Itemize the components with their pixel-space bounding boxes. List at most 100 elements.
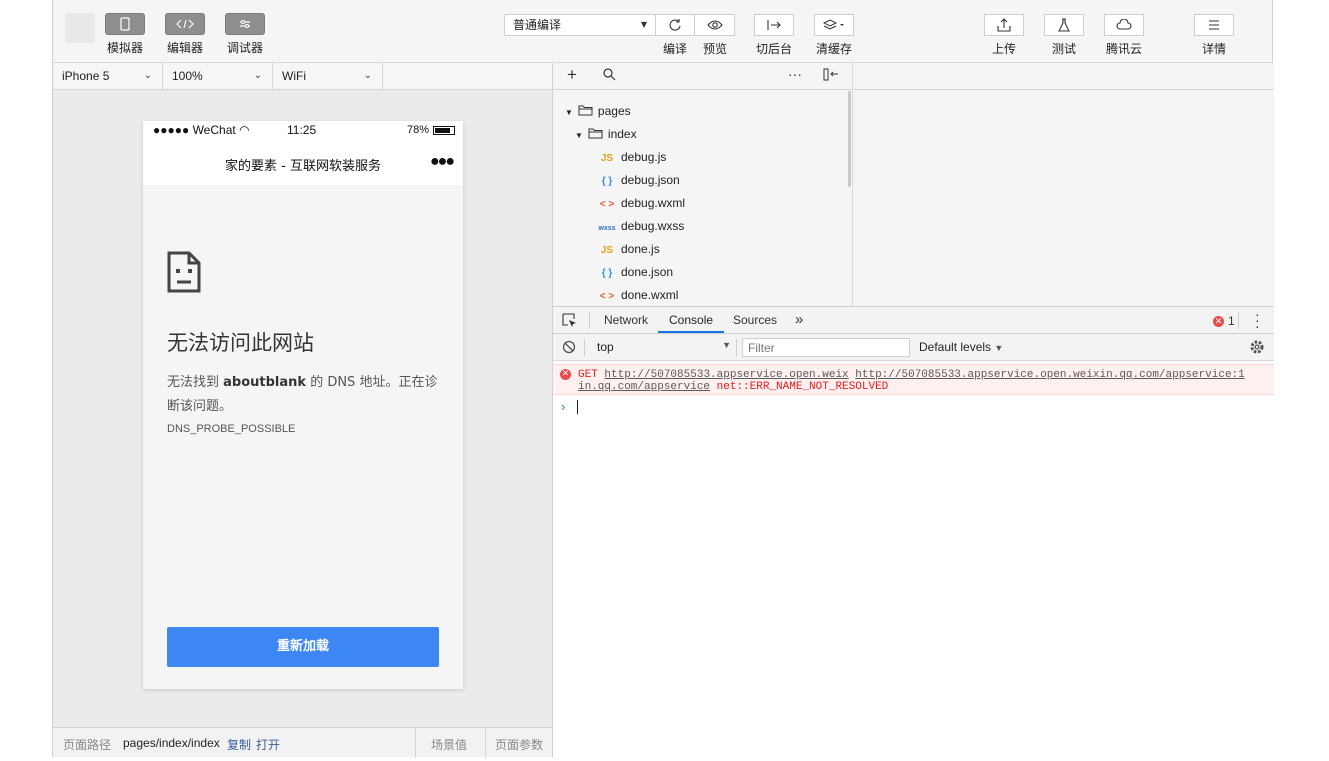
tab-network[interactable]: Network bbox=[604, 307, 648, 333]
console-toolbar: top ▼ Default levels ▼ bbox=[553, 334, 1274, 361]
compile-button[interactable] bbox=[655, 14, 695, 36]
caret-down-icon: ▼ bbox=[640, 20, 647, 29]
reload-button[interactable]: 重新加载 bbox=[167, 627, 439, 667]
debugger-toggle-button[interactable]: 调试器 bbox=[225, 13, 265, 56]
folder-item[interactable]: ▼ index bbox=[553, 123, 852, 146]
open-path-link[interactable]: 打开 bbox=[256, 736, 280, 753]
js-file-icon: JS bbox=[600, 153, 614, 164]
preview-label: 预览 bbox=[702, 42, 727, 56]
background-button[interactable] bbox=[754, 14, 794, 36]
wxml-file-icon: < > bbox=[599, 199, 615, 210]
device-select[interactable]: iPhone 5 ⌄ bbox=[53, 63, 163, 90]
file-item[interactable]: < > done.wxml bbox=[553, 284, 852, 307]
error-url-link[interactable]: http://507085533.appservice.open.weix bbox=[604, 369, 848, 381]
copy-path-link[interactable]: 复制 bbox=[227, 736, 251, 753]
collapse-panel-icon[interactable] bbox=[823, 68, 839, 84]
file-name: done.json bbox=[621, 265, 674, 279]
main-toolbar: 模拟器 编辑器 调试器 普通编译 ▼ 编译 预览 切后台 清缓存 上传 测试 腾… bbox=[53, 0, 1272, 63]
page-path-value: pages/index/index bbox=[123, 736, 220, 750]
file-item[interactable]: < > debug.wxml bbox=[553, 192, 852, 215]
file-item[interactable]: { } done.json bbox=[553, 261, 852, 284]
compile-mode-value: 普通编译 bbox=[513, 18, 562, 32]
error-text: net::ERR_NAME_NOT_RESOLVED bbox=[716, 381, 889, 393]
code-icon bbox=[165, 13, 205, 35]
tab-sources[interactable]: Sources bbox=[733, 307, 777, 333]
upload-button[interactable] bbox=[984, 14, 1024, 36]
add-file-icon[interactable]: + bbox=[567, 65, 577, 85]
network-select[interactable]: WiFi ⌄ bbox=[273, 63, 383, 90]
devtools-menu-icon[interactable]: · · · bbox=[1255, 307, 1260, 333]
file-list: ▼ pages ▼ index JS debug.js { } debug.json < > de… bbox=[553, 100, 852, 307]
context-select[interactable]: top ▼ bbox=[589, 338, 731, 356]
sliders-icon bbox=[225, 13, 265, 35]
file-name: debug.json bbox=[621, 173, 680, 187]
avatar[interactable] bbox=[65, 13, 95, 43]
log-levels-select[interactable]: Default levels ▼ bbox=[919, 340, 1003, 354]
error-source-link[interactable]: http://507085533.appservice.open.weixin.… bbox=[855, 369, 1244, 381]
wxss-file-icon: wxss bbox=[598, 225, 616, 232]
eye-icon bbox=[706, 20, 723, 30]
details-button[interactable] bbox=[1194, 14, 1234, 36]
test-button[interactable] bbox=[1044, 14, 1084, 36]
folder-item[interactable]: ▼ pages bbox=[553, 100, 852, 123]
preview-button[interactable] bbox=[695, 14, 735, 36]
file-name: index bbox=[607, 127, 637, 141]
switch-background-icon bbox=[767, 20, 781, 30]
tencent-cloud-button[interactable] bbox=[1104, 14, 1144, 36]
context-value: top bbox=[597, 340, 614, 354]
editor-toggle-button[interactable]: 编辑器 bbox=[165, 13, 205, 56]
caret-down-icon[interactable]: ▼ bbox=[565, 108, 573, 117]
test-group bbox=[1044, 14, 1084, 36]
gear-icon[interactable] bbox=[1249, 339, 1265, 358]
file-tree-scrollbar[interactable] bbox=[848, 91, 851, 187]
console-error-message: ✕ GET http://507085533.appservice.open.w… bbox=[553, 364, 1274, 395]
inspect-element-icon[interactable] bbox=[562, 313, 577, 331]
more-icon[interactable]: ··· bbox=[788, 66, 802, 82]
compile-mode-select[interactable]: 普通编译 ▼ bbox=[504, 14, 656, 36]
zoom-select[interactable]: 100% ⌄ bbox=[163, 63, 273, 90]
js-file-icon: JS bbox=[600, 245, 614, 256]
error-count-badge[interactable]: ✕ 1 bbox=[1213, 314, 1235, 328]
flask-icon bbox=[1058, 18, 1070, 32]
phone-navbar: 家的要素 - 互联网软装服务 ●●● bbox=[143, 141, 463, 185]
clear-console-icon[interactable] bbox=[562, 340, 576, 357]
console-filter-input[interactable] bbox=[742, 338, 910, 357]
search-icon[interactable] bbox=[603, 68, 616, 84]
clear-cache-button[interactable] bbox=[814, 14, 854, 36]
status-time: 11:25 bbox=[287, 123, 317, 137]
scene-value-button[interactable]: 场景值 bbox=[431, 736, 467, 753]
folder-icon bbox=[588, 128, 603, 139]
more-menu-icon[interactable]: ●●● bbox=[430, 153, 455, 171]
page-title: 家的要素 - 互联网软装服务 bbox=[225, 159, 381, 174]
chevron-down-icon: ⌄ bbox=[143, 70, 152, 81]
test-label: 测试 bbox=[1051, 42, 1076, 56]
error-code: DNS_PROBE_POSSIBLE bbox=[167, 423, 296, 435]
page-params-button[interactable]: 页面参数 bbox=[495, 736, 543, 753]
device-value: iPhone 5 bbox=[62, 69, 110, 83]
caret-down-icon[interactable]: ▼ bbox=[575, 131, 583, 140]
more-tabs-icon[interactable]: » bbox=[795, 307, 803, 333]
file-item[interactable]: wxss debug.wxss bbox=[553, 215, 852, 238]
cloud-icon bbox=[1116, 19, 1132, 30]
file-item[interactable]: JS done.js bbox=[553, 238, 852, 261]
error-source-link-cont[interactable]: in.qq.com/appservice bbox=[578, 381, 710, 393]
simulator-toggle-button[interactable]: 模拟器 bbox=[105, 13, 145, 56]
file-tree-toolbar: + ··· bbox=[553, 63, 852, 90]
file-item[interactable]: { } debug.json bbox=[553, 169, 852, 192]
file-name: debug.wxml bbox=[621, 196, 686, 210]
file-item[interactable]: JS debug.js bbox=[553, 146, 852, 169]
folder-icon bbox=[578, 105, 593, 116]
file-name: debug.wxss bbox=[621, 219, 685, 233]
console-input-cursor[interactable] bbox=[577, 400, 578, 414]
devtools-tab-bar: Network Console Sources » ✕ 1 · · · bbox=[553, 307, 1274, 334]
upload-icon bbox=[997, 18, 1011, 32]
compile-preview-group bbox=[655, 14, 735, 36]
zoom-value: 100% bbox=[172, 69, 203, 83]
menu-icon bbox=[1209, 20, 1219, 30]
error-icon: ✕ bbox=[1213, 315, 1224, 327]
editor-label: 编辑器 bbox=[166, 41, 203, 55]
console-prompt: › bbox=[561, 399, 566, 414]
refresh-icon bbox=[669, 19, 681, 31]
background-group bbox=[754, 14, 794, 36]
tab-console[interactable]: Console bbox=[658, 307, 725, 333]
